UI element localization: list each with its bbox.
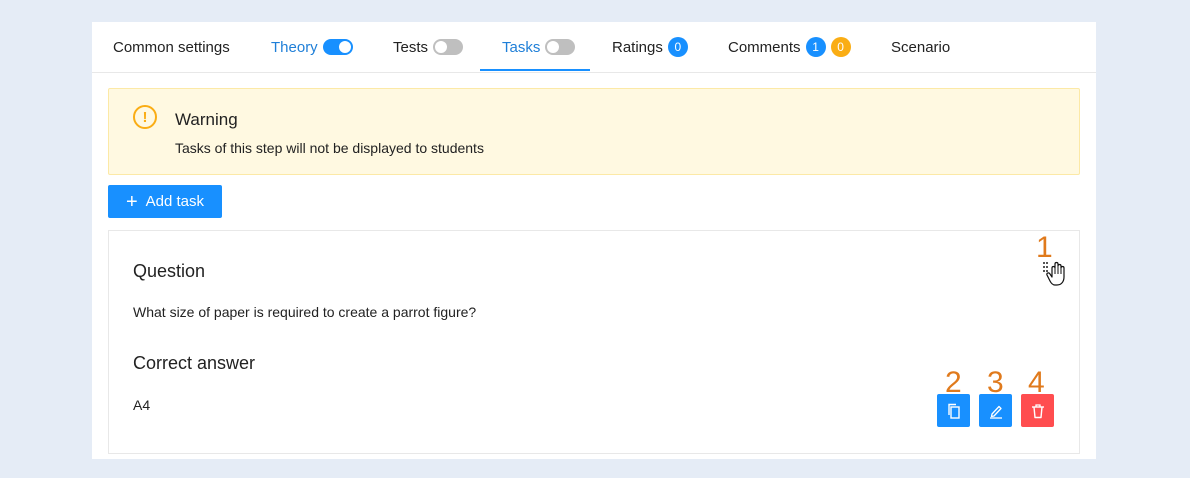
tab-label: Comments bbox=[728, 38, 801, 56]
exclamation-circle-icon: ! bbox=[133, 105, 157, 129]
tab-ratings[interactable]: Ratings 0 bbox=[612, 22, 688, 72]
warning-alert: ! Warning Tasks of this step will not be… bbox=[108, 88, 1080, 175]
comments-count-badge: 1 bbox=[805, 37, 826, 57]
question-heading: Question bbox=[133, 261, 206, 281]
question-text: What size of paper is required to create… bbox=[133, 304, 477, 320]
toggle-knob bbox=[547, 41, 560, 53]
warning-title: Warning bbox=[175, 110, 238, 129]
ratings-count-badge: 0 bbox=[667, 37, 688, 57]
tab-bar: Common settings Theory Tests Tasks Ratin… bbox=[92, 22, 1096, 73]
copy-task-button[interactable] bbox=[937, 394, 970, 427]
task-card: Question What size of paper is required … bbox=[108, 230, 1080, 454]
tab-label: Theory bbox=[271, 38, 318, 56]
hand-cursor-icon bbox=[1043, 261, 1065, 286]
tab-common-settings[interactable]: Common settings bbox=[113, 22, 230, 72]
add-task-button[interactable]: + Add task bbox=[108, 185, 222, 218]
tests-toggle[interactable] bbox=[433, 39, 464, 55]
tasks-toggle[interactable] bbox=[545, 39, 576, 55]
active-tab-indicator bbox=[480, 69, 590, 71]
edit-task-button[interactable] bbox=[979, 394, 1012, 427]
answer-heading: Correct answer bbox=[133, 353, 256, 373]
edit-icon bbox=[989, 405, 1002, 419]
answer-text: A4 bbox=[133, 397, 151, 413]
tab-theory[interactable]: Theory bbox=[271, 22, 353, 72]
comments-pending-badge: 0 bbox=[830, 37, 851, 57]
delete-task-button[interactable] bbox=[1021, 394, 1054, 427]
add-task-label: Add task bbox=[145, 193, 205, 210]
settings-panel: Common settings Theory Tests Tasks Ratin… bbox=[92, 22, 1096, 459]
tab-label: Common settings bbox=[113, 38, 230, 56]
theory-toggle[interactable] bbox=[322, 39, 353, 55]
tab-label: Scenario bbox=[891, 38, 951, 56]
tab-tasks[interactable]: Tasks bbox=[502, 22, 576, 72]
delete-icon bbox=[1031, 403, 1044, 418]
toggle-knob bbox=[435, 41, 448, 53]
tab-tests[interactable]: Tests bbox=[393, 22, 464, 72]
drag-handle-icon[interactable] bbox=[1042, 258, 1074, 288]
tab-label: Ratings bbox=[612, 38, 663, 56]
tab-scenario[interactable]: Scenario bbox=[891, 22, 950, 72]
plus-icon: + bbox=[125, 190, 138, 213]
tab-label: Tasks bbox=[502, 38, 541, 56]
warning-text: Tasks of this step will not be displayed… bbox=[175, 140, 484, 156]
toggle-knob bbox=[338, 41, 351, 53]
tab-comments[interactable]: Comments 1 0 bbox=[728, 22, 851, 72]
tab-label: Tests bbox=[393, 38, 429, 56]
copy-icon bbox=[947, 403, 960, 419]
